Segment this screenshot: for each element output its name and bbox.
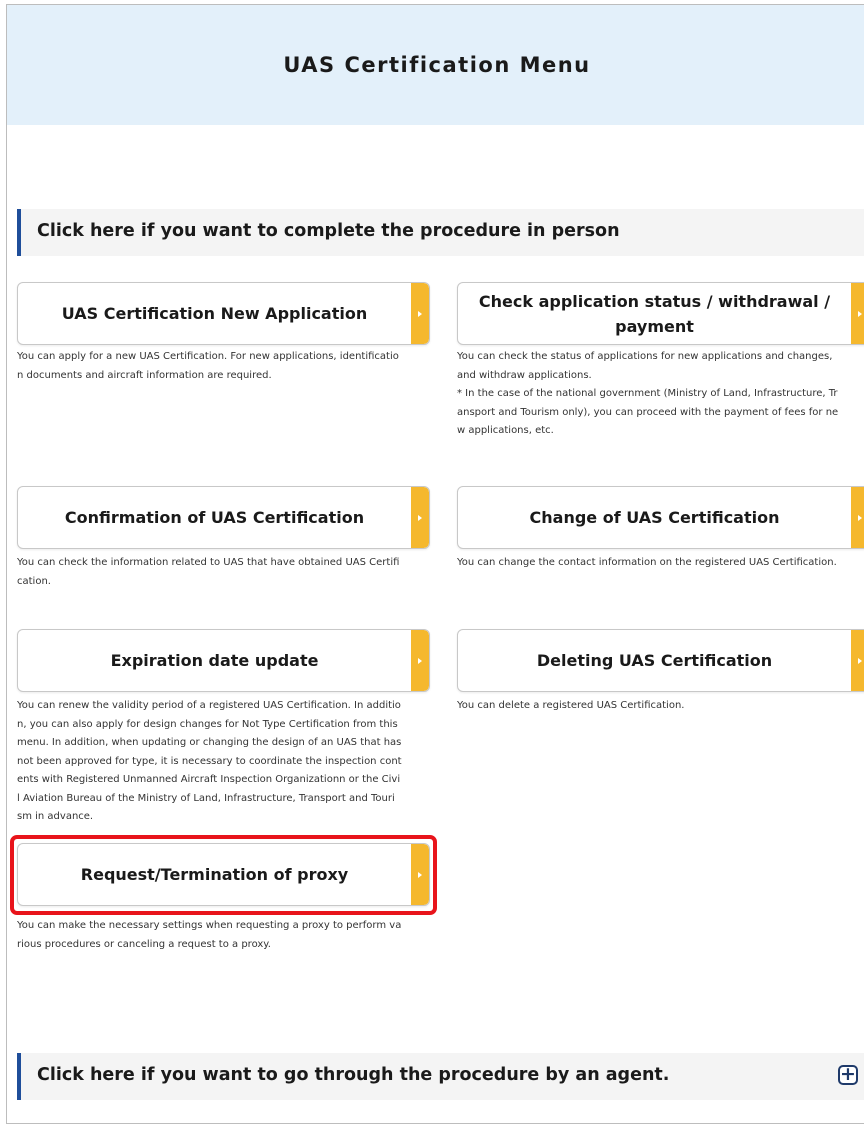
expiration-desc: You can renew the validity period of a r… <box>17 700 402 822</box>
arrow-right-icon <box>851 283 864 344</box>
confirmation-button[interactable]: Confirmation of UAS Certification <box>17 486 430 549</box>
arrow-right-icon <box>411 283 429 344</box>
section-agent-label: Click here if you want to go through the… <box>37 1065 670 1085</box>
proxy-desc: You can make the necessary settings when… <box>17 920 402 950</box>
page-title: UAS Certification Menu <box>283 53 591 77</box>
deleting-button[interactable]: Deleting UAS Certification <box>457 629 864 692</box>
check-status-label: Check application status / withdrawal / … <box>478 291 831 336</box>
page-header: UAS Certification Menu <box>7 5 864 125</box>
section-in-person: Click here if you want to complete the p… <box>17 209 864 256</box>
change-button[interactable]: Change of UAS Certification <box>457 486 864 549</box>
arrow-right-icon <box>851 630 864 691</box>
arrow-right-icon <box>851 487 864 548</box>
confirmation-desc: You can check the information related to… <box>17 557 400 587</box>
section-agent[interactable]: Click here if you want to go through the… <box>17 1053 864 1100</box>
highlight-box <box>10 835 437 915</box>
check-status-desc: You can check the status of applications… <box>457 351 839 436</box>
change-label: Change of UAS Certification <box>529 508 780 527</box>
expiration-button[interactable]: Expiration date update <box>17 629 430 692</box>
arrow-right-icon <box>411 487 429 548</box>
confirmation-label: Confirmation of UAS Certification <box>64 508 365 527</box>
deleting-desc: You can delete a registered UAS Certific… <box>457 700 685 711</box>
section-in-person-label: Click here if you want to complete the p… <box>37 221 620 241</box>
plus-icon[interactable]: + <box>838 1065 858 1085</box>
new-application-label: UAS Certification New Application <box>61 304 368 323</box>
expiration-label: Expiration date update <box>110 651 319 670</box>
check-status-button[interactable]: Check application status / withdrawal / … <box>457 282 864 345</box>
deleting-label: Deleting UAS Certification <box>536 651 773 670</box>
change-desc: You can change the contact information o… <box>457 557 837 568</box>
new-application-desc: You can apply for a new UAS Certificatio… <box>17 351 399 381</box>
arrow-right-icon <box>411 630 429 691</box>
new-application-button[interactable]: UAS Certification New Application <box>17 282 430 345</box>
